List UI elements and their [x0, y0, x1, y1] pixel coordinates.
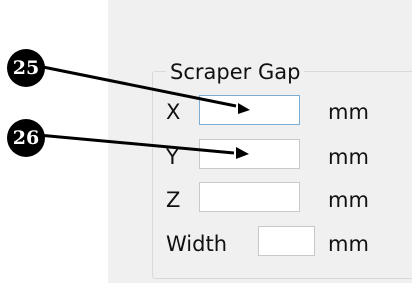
- width-unit: mm: [328, 232, 369, 256]
- x-label: X: [166, 100, 181, 124]
- y-input[interactable]: [199, 139, 300, 169]
- callout-25: 25: [7, 49, 45, 87]
- callout-26: 26: [7, 119, 45, 157]
- x-unit: mm: [328, 100, 369, 124]
- z-unit: mm: [328, 188, 369, 212]
- x-input[interactable]: [199, 95, 300, 125]
- z-label: Z: [166, 188, 181, 212]
- group-title: Scraper Gap: [166, 57, 305, 87]
- y-unit: mm: [328, 145, 369, 169]
- width-label: Width: [166, 232, 228, 256]
- y-label: Y: [166, 145, 179, 169]
- width-input[interactable]: [258, 226, 315, 256]
- z-input[interactable]: [199, 182, 300, 212]
